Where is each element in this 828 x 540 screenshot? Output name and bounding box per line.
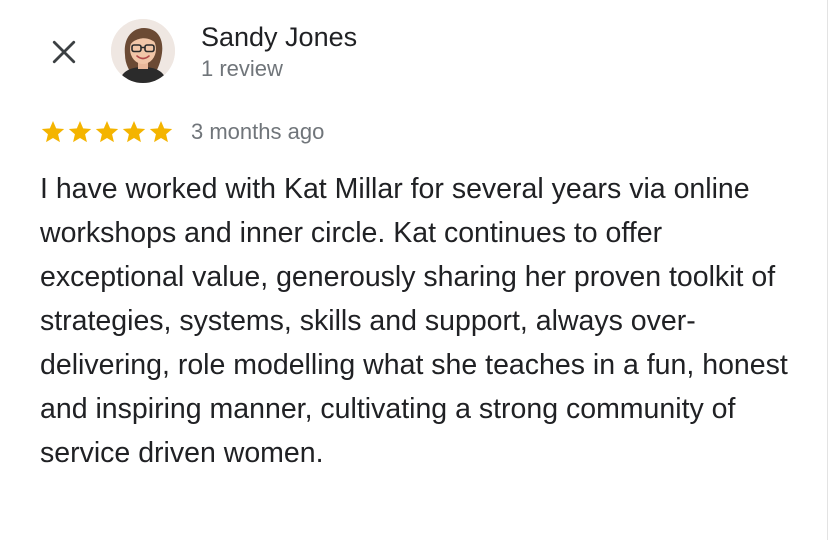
avatar[interactable]	[111, 19, 175, 83]
star-icon	[122, 120, 146, 143]
reviewer-review-count: 1 review	[201, 56, 283, 81]
reviewer-name[interactable]: Sandy Jones	[201, 20, 357, 54]
rating-row: 3 months ago	[40, 117, 324, 147]
star-icon	[95, 120, 119, 143]
avatar-photo	[111, 19, 175, 83]
review-date: 3 months ago	[191, 119, 325, 144]
close-icon[interactable]	[51, 39, 77, 65]
close-button[interactable]	[46, 34, 82, 70]
star-icon	[41, 120, 65, 143]
review-text: I have worked with Kat Millar for severa…	[40, 173, 788, 469]
star-icon	[149, 120, 173, 143]
star-icon	[68, 120, 92, 143]
star-rating	[40, 119, 175, 145]
review-card: Sandy Jones 1 review 3 months ago I have…	[0, 0, 828, 540]
